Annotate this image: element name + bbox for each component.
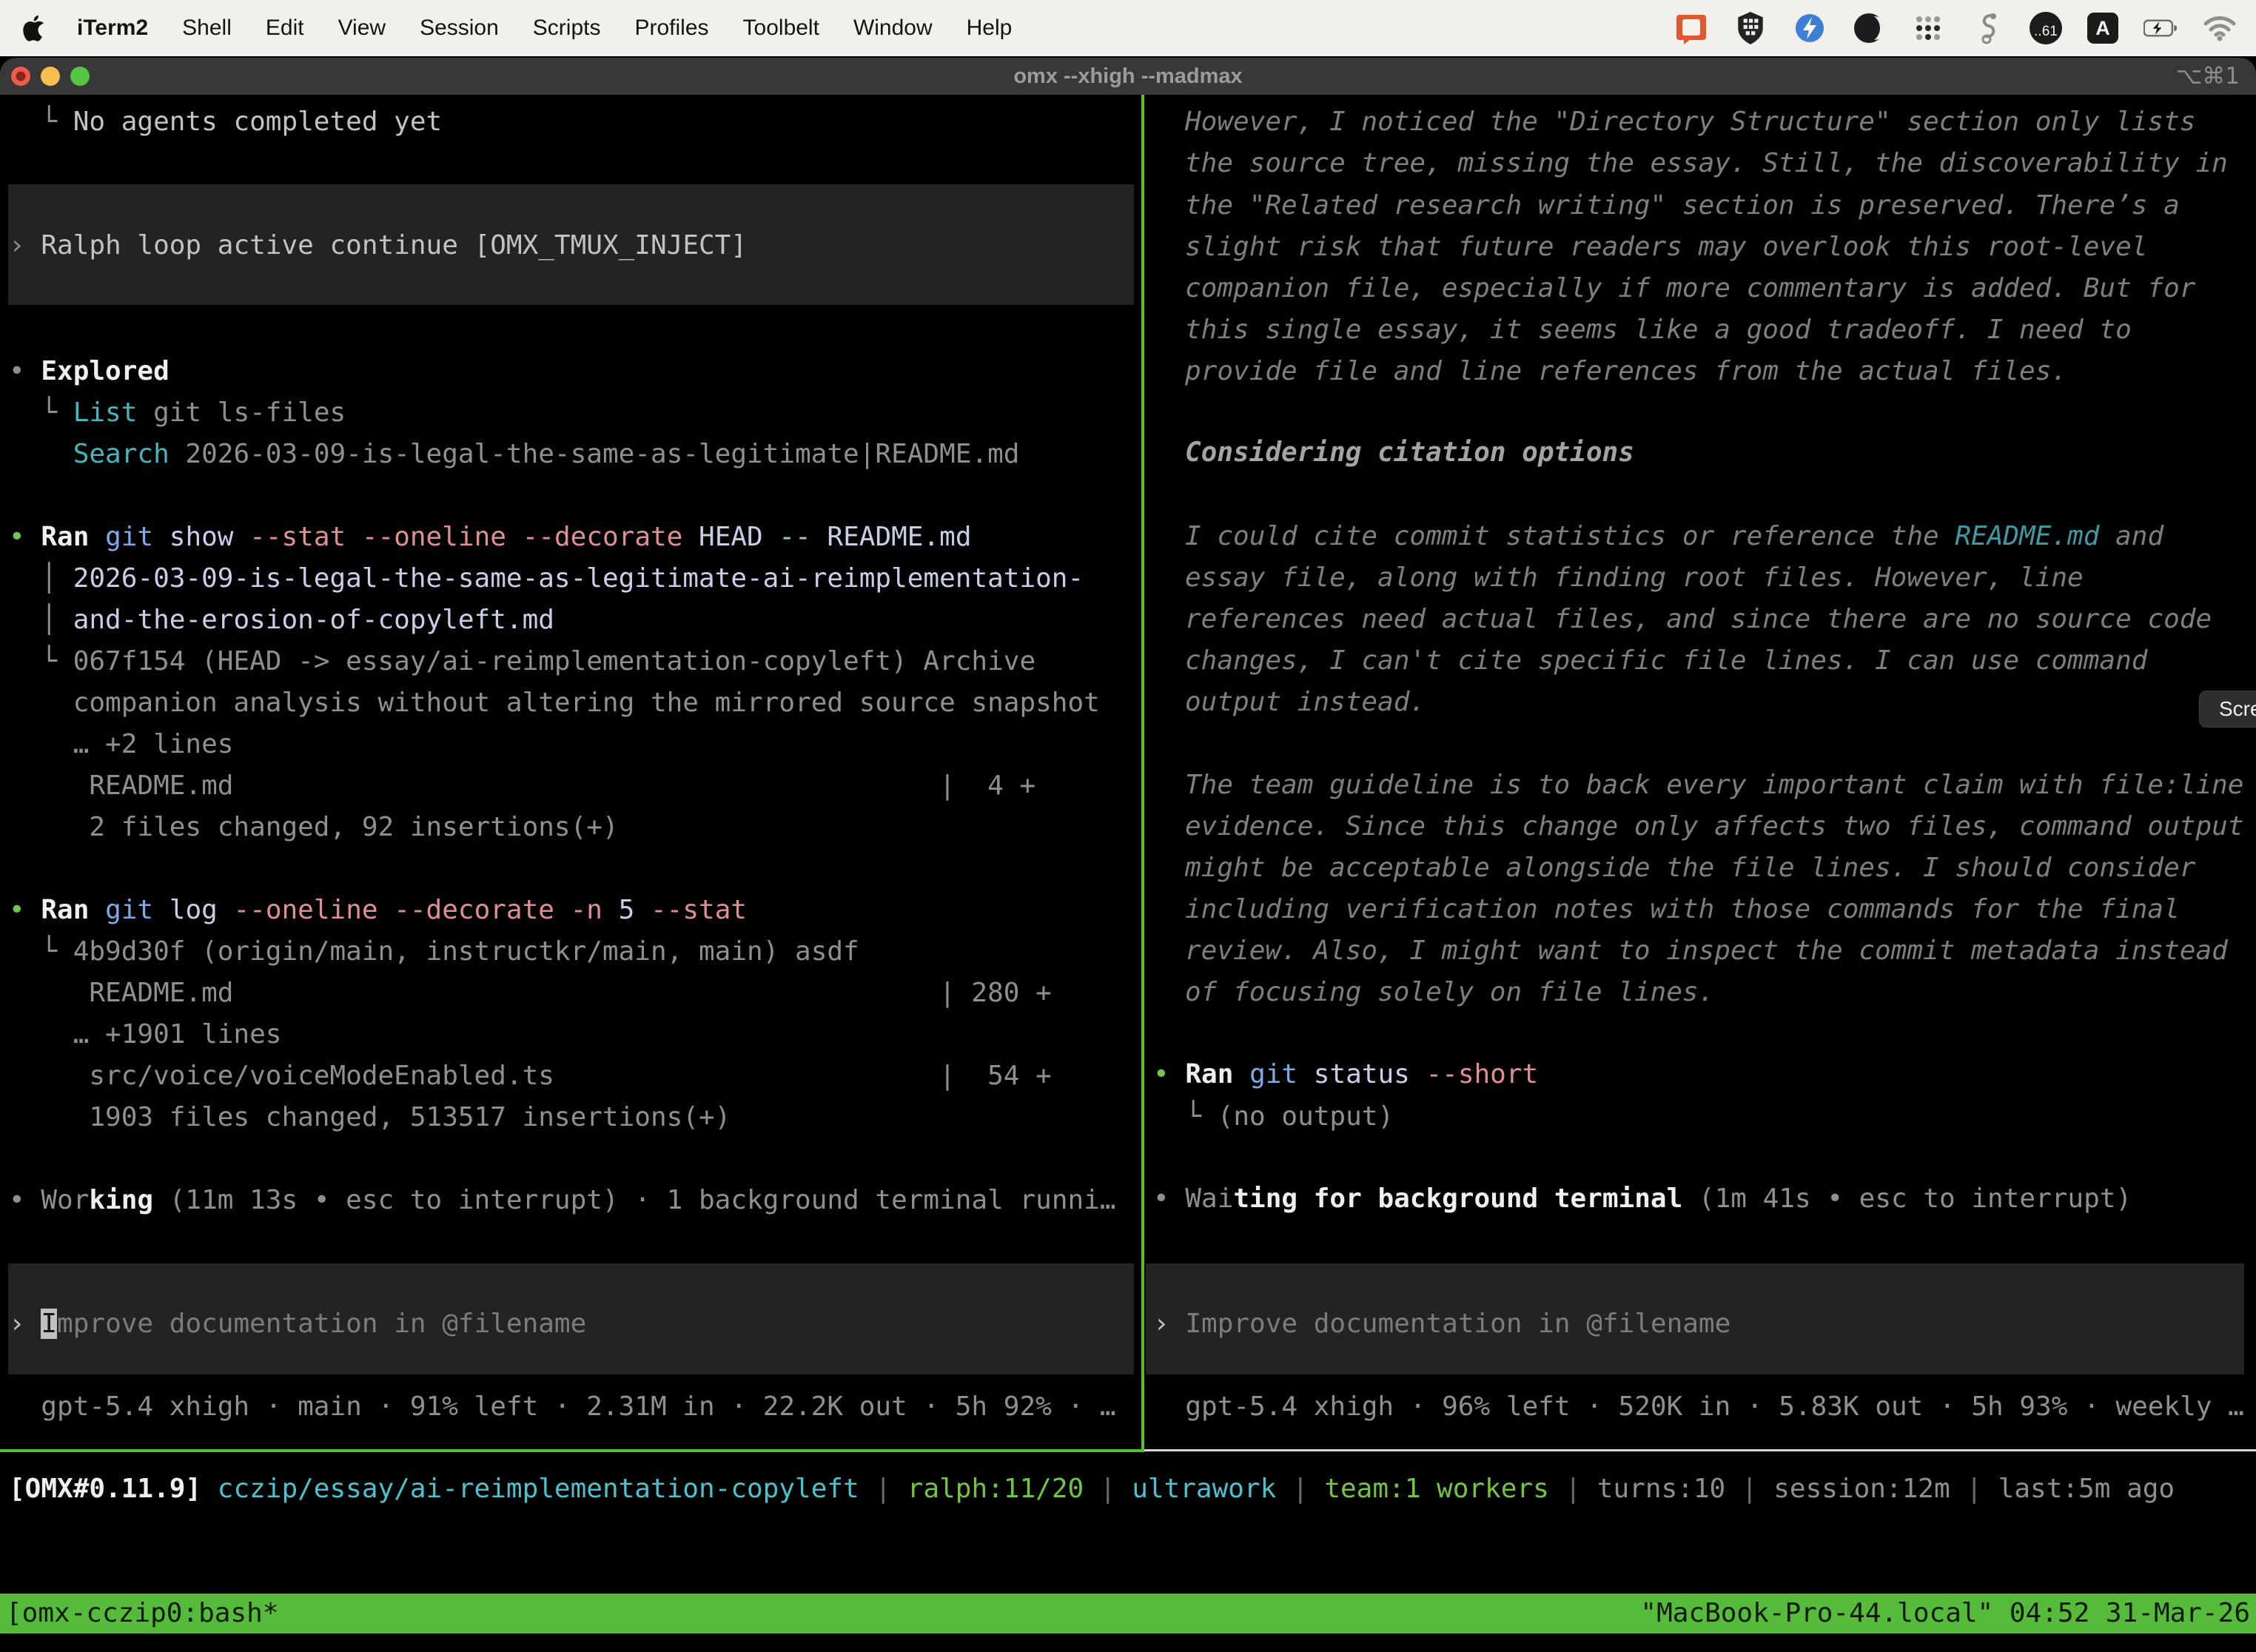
terminal-line: The team guideline is to back every impo… xyxy=(1185,765,2243,806)
window-shortcut-badge: ⌥⌘1 xyxy=(2176,58,2240,95)
chat-bubble-status-icon[interactable] xyxy=(1674,11,1708,45)
menu-item-iterm2[interactable]: iTerm2 xyxy=(77,16,148,41)
window-bottom-strip xyxy=(0,1633,2256,1652)
menu-item-toolbelt[interactable]: Toolbelt xyxy=(743,16,819,41)
terminal-line: including verification notes with those … xyxy=(1185,889,2180,930)
terminal-line: companion file, especially if more comme… xyxy=(1185,268,2195,309)
omx-status-bar: [OMX#0.11.9] cczip/essay/ai-reimplementa… xyxy=(9,1468,2175,1510)
terminal-line: the source tree, missing the essay. Stil… xyxy=(1185,143,2228,184)
terminal-line: I could cite commit statistics or refere… xyxy=(1185,516,2163,557)
terminal-line: this single essay, it seems like a good … xyxy=(1185,309,2132,351)
terminal-line: However, I noticed the "Directory Struct… xyxy=(1185,101,2195,143)
terminal-line: of focusing solely on file lines. xyxy=(1185,972,1714,1013)
tmux-host-clock: "MacBook-Pro-44.local" 04:52 31-Mar-26 xyxy=(1640,1594,2250,1633)
pane-divider[interactable] xyxy=(1141,95,1144,1452)
menu-status-icons: ..61 A xyxy=(1674,11,2256,45)
terminal-line: README.md | 280 + xyxy=(9,973,1052,1014)
iterm-window: omx --xhigh --madmax ⌥⌘1 Scre └ No agent… xyxy=(0,58,2256,1652)
working-status-line: • Working (11m 13s • esc to interrupt) ·… xyxy=(9,1180,1116,1221)
terminal-line: README.md | 4 + xyxy=(9,765,1035,807)
menu-item-session[interactable]: Session xyxy=(420,16,499,41)
input-line-right: › Improve documentation in @filename xyxy=(1153,1303,1730,1345)
left-pane-bottom-border xyxy=(0,1449,1141,1452)
input-source-status-icon[interactable]: A xyxy=(2087,13,2118,44)
terminal-line: 1903 files changed, 513517 insertions(+) xyxy=(9,1097,731,1138)
terminal-line: slight risk that future readers may over… xyxy=(1185,226,2147,268)
terminal-line: … +2 lines xyxy=(9,724,233,765)
menu-item-window[interactable]: Window xyxy=(853,16,933,41)
title-bar[interactable]: omx --xhigh --madmax ⌥⌘1 xyxy=(0,58,2256,95)
menu-item-help[interactable]: Help xyxy=(967,16,1013,41)
terminal-line: output instead. xyxy=(1185,682,1426,723)
battery-icon[interactable] xyxy=(2143,11,2178,45)
terminal-line: └ 4b9d30f (origin/main, instructkr/main,… xyxy=(9,931,859,973)
menu-item-profiles[interactable]: Profiles xyxy=(634,16,708,41)
terminal-line: essay file, along with finding root file… xyxy=(1185,557,2084,599)
menu-items: iTerm2 Shell Edit View Session Scripts Profile… xyxy=(77,16,1012,41)
window-title: omx --xhigh --madmax xyxy=(0,58,2256,95)
menu-item-view[interactable]: View xyxy=(338,16,386,41)
terminal-line: │ and-the-erosion-of-copyleft.md xyxy=(9,600,554,641)
terminal-line: 2 files changed, 92 insertions(+) xyxy=(9,807,619,848)
apple-menu-icon[interactable] xyxy=(22,15,44,41)
shield-grid-status-icon[interactable] xyxy=(1733,11,1767,45)
wifi-icon[interactable] xyxy=(2203,11,2237,45)
terminal-line: provide file and line references from th… xyxy=(1185,351,2067,392)
terminal-line: evidence. Since this change only affects… xyxy=(1185,806,2243,847)
terminal[interactable]: Scre └ No agents completed yet › Ralph lo… xyxy=(0,95,2256,1594)
right-pane-bottom-border xyxy=(1144,1449,2256,1451)
terminal-line: the "Related research writing" section i… xyxy=(1185,185,2180,226)
terminal-line: src/voice/voiceModeEnabled.ts | 54 + xyxy=(9,1055,1052,1097)
hook-status-icon[interactable] xyxy=(1970,11,2004,45)
menu-item-scripts[interactable]: Scripts xyxy=(533,16,601,41)
thinking-heading: Considering citation options xyxy=(1185,432,1634,474)
ran-git-status-line: • Ran git status --short xyxy=(1153,1054,1538,1095)
terminal-line: Search 2026-03-09-is-legal-the-same-as-l… xyxy=(9,434,1019,475)
terminal-line: │ 2026-03-09-is-legal-the-same-as-legiti… xyxy=(9,558,1084,600)
terminal-line: └ 067f154 (HEAD -> essay/ai-reimplementa… xyxy=(9,641,1035,682)
tmux-status-bar: [omx-cczip0:bash* "MacBook-Pro-44.local"… xyxy=(0,1594,2256,1633)
agents-status-line: └ No agents completed yet xyxy=(9,101,442,143)
menu-bar: iTerm2 Shell Edit View Session Scripts Profile… xyxy=(0,0,2256,56)
blue-bolt-status-icon[interactable] xyxy=(1793,11,1827,45)
session-status-right: gpt-5.4 xhigh · 96% left · 520K in · 5.8… xyxy=(1153,1386,2244,1428)
input-line-left: › Improve documentation in @filename xyxy=(9,1303,586,1345)
terminal-line: might be acceptable alongside the file l… xyxy=(1185,847,2195,889)
dots-grid-status-icon[interactable] xyxy=(1911,11,1945,45)
ran-git-show-line: • Ran git show --stat --oneline --decora… xyxy=(9,517,972,558)
terminal-line: references need actual files, and since … xyxy=(1185,599,2212,640)
ran-git-log-line: • Ran git log --oneline --decorate -n 5 … xyxy=(9,890,747,931)
terminal-line: └ (no output) xyxy=(1153,1096,1394,1138)
menu-item-edit[interactable]: Edit xyxy=(266,16,304,41)
ralph-inject-line: › Ralph loop active continue [OMX_TMUX_I… xyxy=(9,225,747,266)
tmux-session-label[interactable]: [omx-cczip0:bash* xyxy=(6,1594,278,1633)
session-status-left: gpt-5.4 xhigh · main · 91% left · 2.31M … xyxy=(9,1386,1116,1428)
terminal-line: └ List git ls-files xyxy=(9,392,346,434)
terminal-line: companion analysis without altering the … xyxy=(9,682,1100,724)
screen: iTerm2 Shell Edit View Session Scripts Profile… xyxy=(0,0,2256,1652)
vpn-61-status-icon[interactable]: ..61 xyxy=(2030,12,2062,44)
dark-disc-status-icon[interactable] xyxy=(1852,11,1886,45)
terminal-line: … +1901 lines xyxy=(9,1014,281,1055)
explored-header: • Explored xyxy=(9,351,169,392)
terminal-line: changes, I can't cite specific file line… xyxy=(1185,640,2147,682)
terminal-line: review. Also, I might want to inspect th… xyxy=(1185,930,2228,972)
waiting-status-line: • Waiting for background terminal (1m 41… xyxy=(1153,1178,2132,1220)
menu-item-shell[interactable]: Shell xyxy=(182,16,232,41)
screen-overlay-tooltip: Scre xyxy=(2199,691,2256,728)
